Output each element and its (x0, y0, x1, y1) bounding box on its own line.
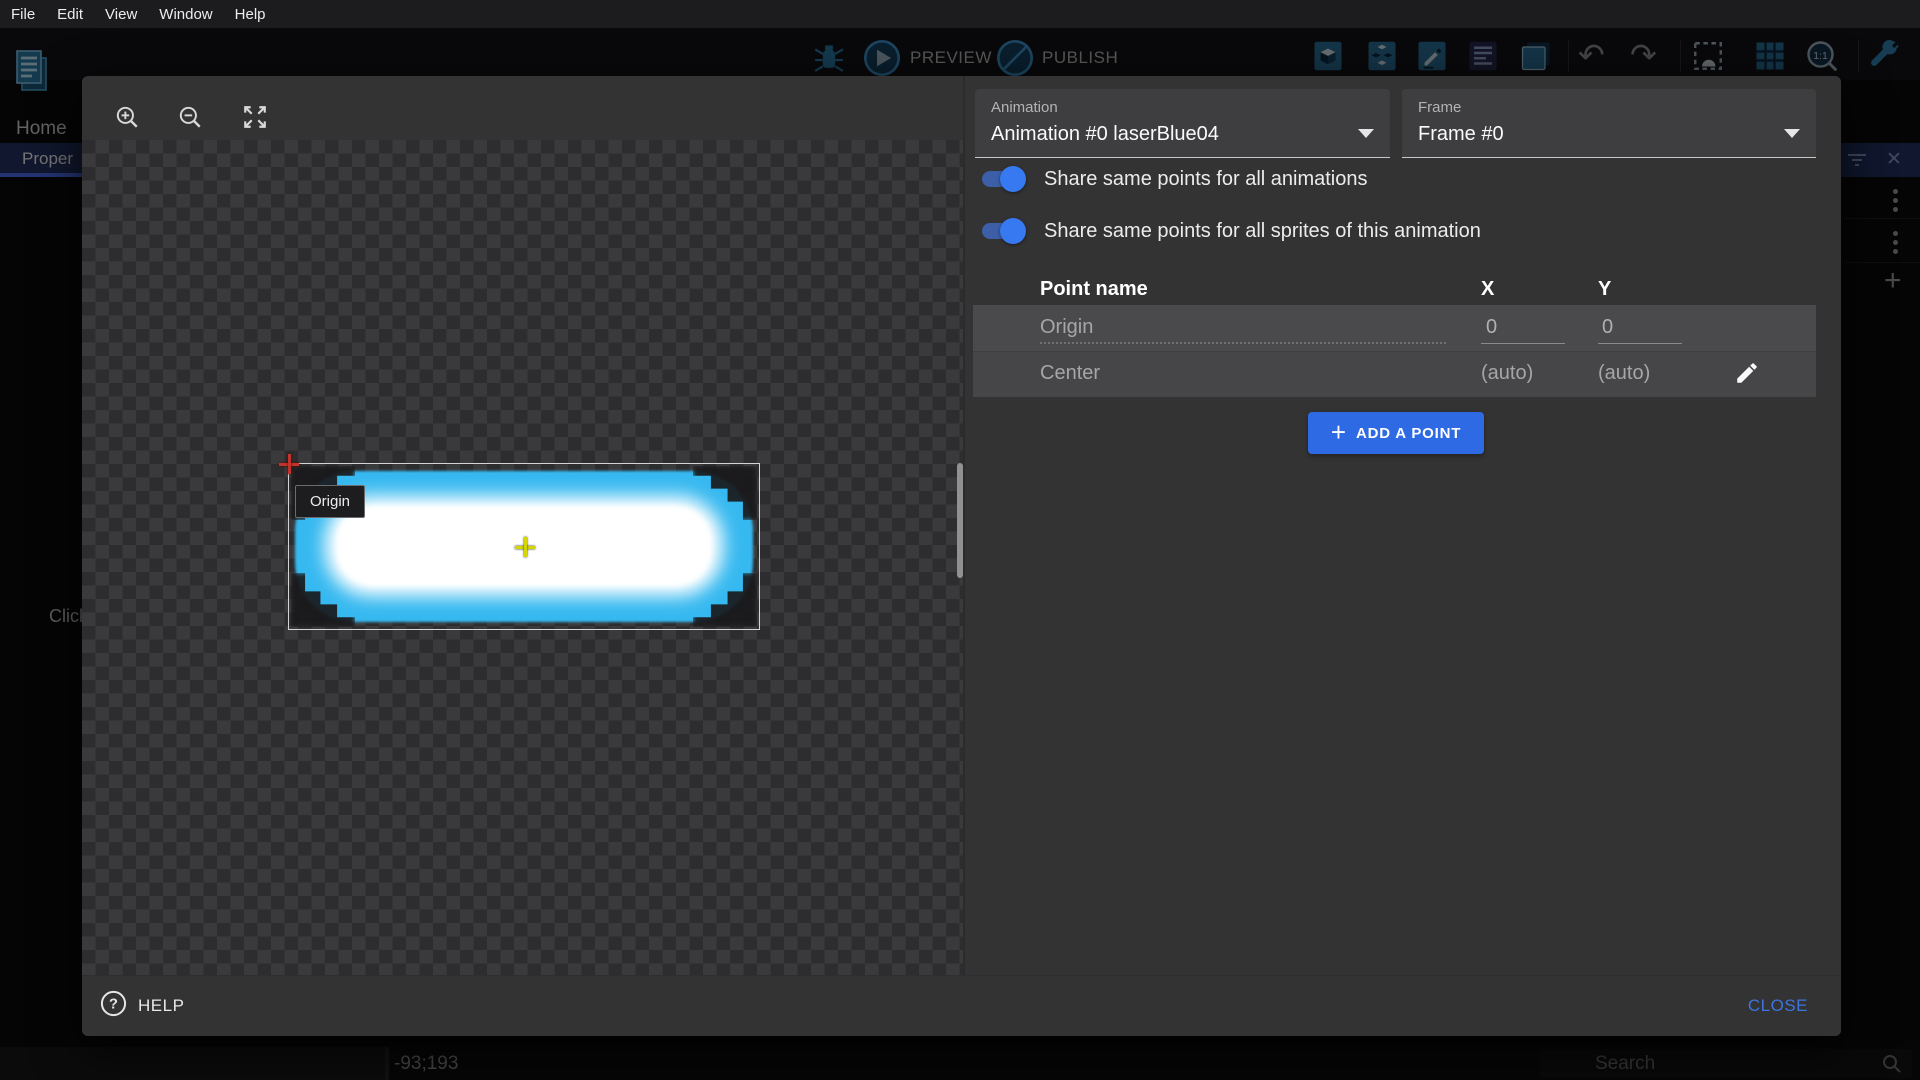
menu-file[interactable]: File (11, 6, 35, 23)
help-button[interactable]: HELP (138, 996, 184, 1016)
animation-select-value: Animation #0 laserBlue04 (991, 123, 1219, 146)
svg-text:?: ? (109, 997, 118, 1013)
zoom-in-icon[interactable] (114, 104, 140, 130)
point-name-field[interactable]: Center (1040, 362, 1100, 385)
point-y-field[interactable]: 0 (1602, 316, 1613, 339)
column-header-y: Y (1598, 278, 1611, 301)
frame-select-label: Frame (1418, 99, 1461, 116)
animation-select[interactable]: Animation Animation #0 laserBlue04 (975, 89, 1390, 158)
edit-points-dialog: Origin Animation Animation #0 laserBlue0… (82, 76, 1841, 1036)
column-header-point-name: Point name (1040, 278, 1148, 301)
add-a-point-button[interactable]: + ADD A POINT (1308, 412, 1484, 454)
frame-select-value: Frame #0 (1418, 123, 1504, 146)
app-window: PREVIEW PUBLISH ↶ ↷ (0, 0, 1920, 1080)
animation-select-label: Animation (991, 99, 1058, 116)
menu-bar: File Edit View Window Help (0, 0, 1920, 28)
share-points-all-sprites-toggle[interactable] (980, 218, 1026, 244)
menu-view[interactable]: View (105, 6, 137, 23)
share-points-all-animations-toggle[interactable] (980, 166, 1026, 192)
share-points-all-animations-label: Share same points for all animations (1044, 168, 1368, 191)
plus-icon: + (1331, 419, 1346, 445)
column-header-x: X (1481, 278, 1494, 301)
share-points-all-sprites-label: Share same points for all sprites of thi… (1044, 220, 1481, 243)
origin-point-marker[interactable] (277, 452, 301, 476)
zoom-out-icon[interactable] (177, 104, 203, 130)
fit-to-screen-icon[interactable] (242, 104, 268, 130)
center-point-marker[interactable] (513, 535, 537, 559)
origin-point-tooltip: Origin (295, 485, 365, 518)
help-icon[interactable]: ? (100, 990, 127, 1017)
table-row-origin (973, 305, 1816, 351)
point-x-field: (auto) (1481, 362, 1533, 385)
menu-help[interactable]: Help (235, 6, 266, 23)
dialog-footer (82, 975, 1841, 1036)
preview-scrollbar[interactable] (957, 463, 963, 578)
edit-center-point-icon[interactable] (1734, 360, 1760, 386)
menu-edit[interactable]: Edit (57, 6, 83, 23)
chevron-down-icon (1358, 129, 1374, 138)
frame-select[interactable]: Frame Frame #0 (1402, 89, 1816, 158)
point-x-field[interactable]: 0 (1486, 316, 1497, 339)
point-name-field[interactable]: Origin (1040, 316, 1093, 339)
point-y-field: (auto) (1598, 362, 1650, 385)
menu-window[interactable]: Window (159, 6, 212, 23)
chevron-down-icon (1784, 129, 1800, 138)
close-button[interactable]: CLOSE (1748, 996, 1808, 1016)
